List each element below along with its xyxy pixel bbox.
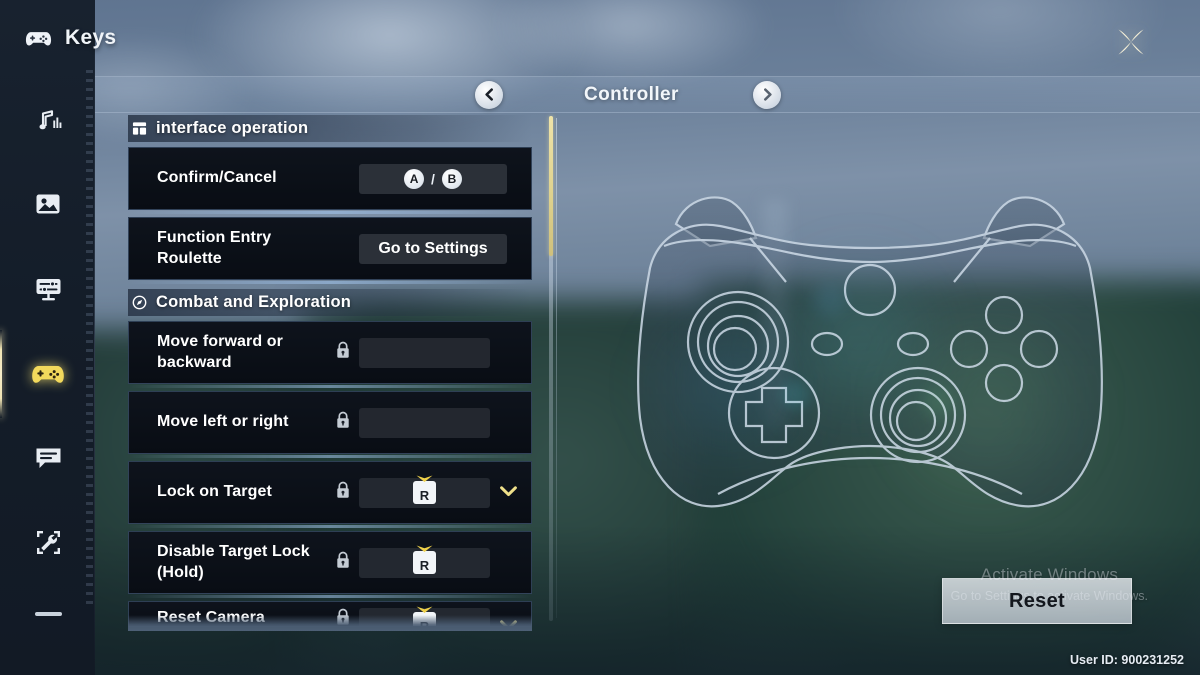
graphics-icon xyxy=(36,194,60,214)
display-icon xyxy=(36,278,60,300)
scrollbar-thumb[interactable] xyxy=(549,116,553,256)
sidebar-bottom-indicator xyxy=(35,612,62,616)
prev-tab-button[interactable] xyxy=(475,80,503,109)
audio-icon xyxy=(39,110,62,130)
binding-label: Disable Target Lock (Hold) xyxy=(157,543,310,581)
sidebar-item-audio[interactable] xyxy=(22,95,74,147)
binding-value[interactable] xyxy=(359,407,490,438)
stick-press-arrow-icon xyxy=(416,606,433,613)
sidebar xyxy=(0,0,95,675)
sidebar-item-chat[interactable] xyxy=(22,432,74,484)
lock-icon xyxy=(335,341,351,364)
table-row[interactable]: Lock on Target R xyxy=(128,461,532,528)
tab-title: Controller xyxy=(584,83,679,105)
chat-icon xyxy=(36,448,60,468)
key-label: R xyxy=(419,488,430,503)
button-b-icon: B xyxy=(441,168,462,189)
expand-chevron-button[interactable] xyxy=(500,484,517,502)
binding-value[interactable]: A / B xyxy=(359,163,507,194)
panel-divider xyxy=(556,118,557,618)
user-id-label: User ID: 900231252 xyxy=(1070,653,1184,667)
list-fade-mask xyxy=(128,615,532,631)
stick-press-arrow-icon xyxy=(416,475,433,482)
lock-icon xyxy=(335,551,351,574)
active-indicator-bar xyxy=(0,330,2,418)
button-a-icon: A xyxy=(404,168,425,189)
section-header-combat-and-exploration: Combat and Exploration xyxy=(128,289,532,316)
gamepad-icon xyxy=(25,31,52,45)
compass-icon xyxy=(132,295,147,310)
sidebar-dotted-divider xyxy=(86,70,93,610)
chevron-left-icon xyxy=(484,88,493,101)
table-row[interactable]: Confirm/Cancel A / B xyxy=(128,147,532,214)
keybinding-list[interactable]: interface operation Confirm/Cancel A / B… xyxy=(128,115,532,627)
binding-value-text: Go to Settings xyxy=(378,239,488,257)
close-star-icon xyxy=(1118,29,1144,55)
xbox-controller-outline-icon xyxy=(637,196,1103,508)
table-row[interactable]: Move forward or backward xyxy=(128,321,532,388)
binding-label: Lock on Target xyxy=(157,483,272,501)
go-to-settings-button[interactable]: Go to Settings xyxy=(359,233,507,264)
tools-icon xyxy=(36,530,60,554)
binding-value[interactable] xyxy=(359,337,490,368)
binding-label: Move forward or backward xyxy=(157,333,283,371)
reset-label: Reset xyxy=(1009,589,1065,612)
chevron-right-icon xyxy=(763,88,772,101)
table-row[interactable]: Function Entry Roulette Go to Settings xyxy=(128,217,532,284)
tab-navigation-bar: Controller xyxy=(95,76,1200,113)
lock-icon xyxy=(335,411,351,434)
sidebar-item-controller[interactable] xyxy=(0,330,74,418)
separator: / xyxy=(431,170,435,187)
binding-value[interactable]: R xyxy=(359,545,490,578)
controller-icon xyxy=(32,366,64,383)
table-row[interactable]: Disable Target Lock (Hold) R xyxy=(128,531,532,598)
close-button[interactable] xyxy=(1110,21,1152,63)
right-stick-key-icon: R xyxy=(413,475,436,504)
section-label: Combat and Exploration xyxy=(156,293,352,311)
next-tab-button[interactable] xyxy=(753,80,781,109)
page-title: Keys xyxy=(65,26,117,49)
sidebar-item-graphics[interactable] xyxy=(22,178,74,230)
binding-value[interactable]: R xyxy=(359,475,490,508)
lock-icon xyxy=(335,481,351,504)
table-row[interactable]: Move left or right xyxy=(128,391,532,458)
section-label: interface operation xyxy=(156,119,309,137)
sidebar-item-display[interactable] xyxy=(22,263,74,315)
scrollbar-track[interactable] xyxy=(549,116,553,621)
sidebar-item-tools[interactable] xyxy=(22,516,74,568)
reset-button[interactable]: Reset xyxy=(942,578,1132,624)
stick-press-arrow-icon xyxy=(416,545,433,552)
key-label: R xyxy=(419,558,430,573)
binding-label: Move left or right xyxy=(157,413,289,431)
binding-label: Confirm/Cancel xyxy=(157,169,277,187)
controller-diagram xyxy=(590,150,1150,540)
app-header: Keys xyxy=(25,26,116,50)
section-header-interface-operation: interface operation xyxy=(128,115,532,142)
chevron-down-icon xyxy=(500,485,517,496)
binding-label: Function Entry Roulette xyxy=(157,229,272,267)
layout-panel-icon xyxy=(132,122,147,135)
right-stick-key-icon: R xyxy=(413,545,436,574)
